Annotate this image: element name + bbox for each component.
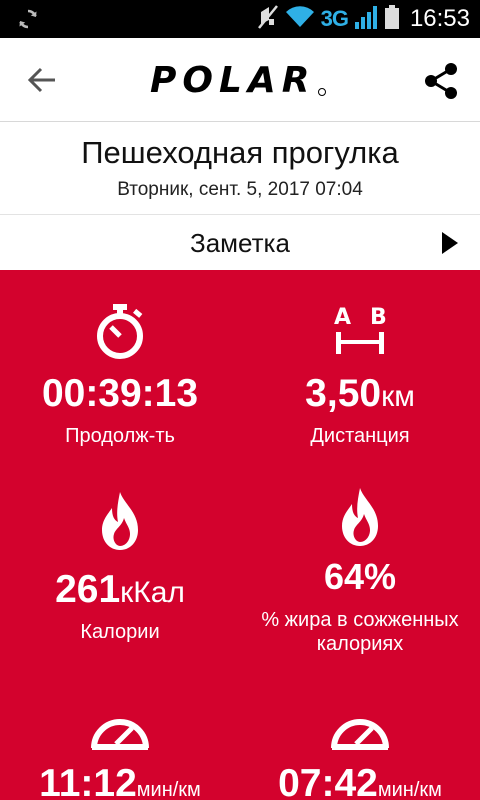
duration-value: 00:39:13 bbox=[41, 372, 199, 415]
status-bar: 3G 16:53 bbox=[0, 0, 480, 38]
fat-burn-label: % жира в сожженных калориях bbox=[261, 609, 459, 655]
speedometer-icon bbox=[90, 708, 150, 755]
distance-cell: A B 3,50км Дистанция bbox=[240, 270, 480, 460]
duration-cell: 00:39:13 Продолж-ть bbox=[0, 270, 240, 460]
back-arrow-icon[interactable] bbox=[26, 66, 58, 94]
signal-icon bbox=[354, 4, 378, 35]
session-header: Пешеходная прогулка Вторник, сент. 5, 20… bbox=[0, 123, 480, 215]
summary-panel: 00:39:13 Продолж-ть A B 3,50км Дистанция bbox=[0, 270, 480, 800]
distance-value: 3,50км bbox=[305, 372, 415, 415]
stopwatch-icon bbox=[92, 302, 148, 365]
session-datetime: Вторник, сент. 5, 2017 07:04 bbox=[117, 179, 363, 200]
network-type: 3G bbox=[320, 6, 349, 31]
flame-icon bbox=[100, 490, 140, 557]
duration-label: Продолж-ть bbox=[65, 425, 175, 447]
session-title: Пешеходная прогулка bbox=[81, 135, 399, 170]
pace-max-value: 07:42мин/км bbox=[278, 762, 442, 800]
play-arrow-icon bbox=[442, 232, 458, 254]
svg-text:A: A bbox=[334, 305, 351, 330]
svg-text:B: B bbox=[370, 305, 387, 330]
pace-avg-value: 11:12мин/км bbox=[39, 762, 201, 800]
pace-avg-cell: 11:12мин/км bbox=[0, 670, 240, 800]
sync-icon bbox=[16, 7, 40, 36]
fat-burn-cell: 64% % жира в сожженных калориях bbox=[240, 460, 480, 670]
share-icon[interactable] bbox=[420, 60, 462, 102]
clock: 16:53 bbox=[409, 5, 470, 32]
calories-cell: 261кКал Калории bbox=[0, 460, 240, 670]
mute-icon bbox=[257, 4, 279, 35]
speedometer-icon bbox=[330, 708, 390, 755]
fat-burn-value: 64% bbox=[323, 556, 397, 597]
note-row[interactable]: Заметка bbox=[0, 216, 480, 270]
app-header: POLAR bbox=[0, 38, 480, 122]
distance-label: Дистанция bbox=[310, 425, 410, 447]
logo-text: POLAR bbox=[150, 60, 316, 100]
battery-icon bbox=[384, 4, 400, 35]
calories-value: 261кКал bbox=[55, 568, 185, 611]
note-label: Заметка bbox=[190, 228, 290, 258]
calories-label: Калории bbox=[80, 621, 160, 643]
pace-max-cell: 07:42мин/км bbox=[240, 670, 480, 800]
wifi-icon bbox=[285, 5, 315, 34]
polar-logo: POLAR bbox=[150, 60, 334, 105]
flame-icon bbox=[340, 486, 380, 553]
distance-ab-icon: A B bbox=[328, 302, 392, 365]
